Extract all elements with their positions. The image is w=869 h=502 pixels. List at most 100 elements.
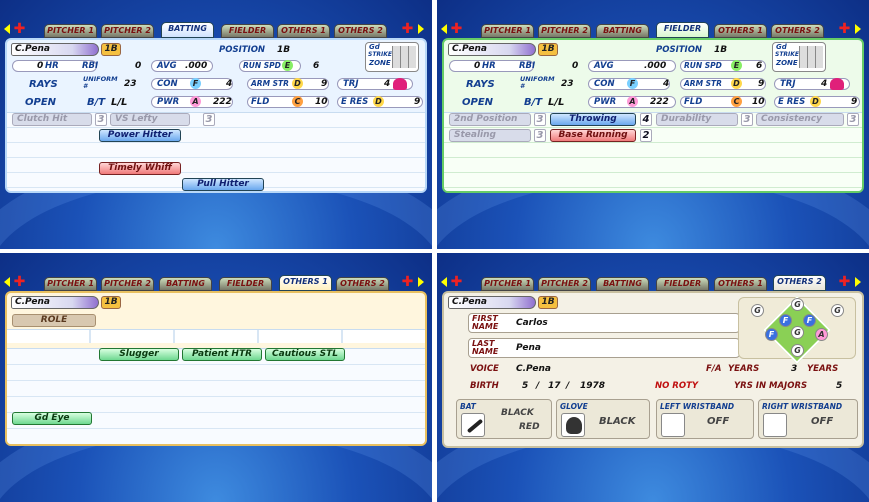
ability-power-hitter[interactable]: Power Hitter bbox=[99, 129, 181, 142]
tab-batting[interactable]: Batting bbox=[159, 277, 212, 291]
tab-left-arrow-icon[interactable] bbox=[4, 24, 10, 34]
bats-throws: L/L bbox=[111, 97, 128, 108]
tab-fielder[interactable]: Fielder bbox=[221, 24, 274, 38]
role-row bbox=[7, 329, 425, 343]
tab-right-arrow-icon[interactable] bbox=[855, 277, 861, 287]
yrs-in-majors-value: 5 bbox=[836, 381, 843, 391]
ability-grid bbox=[7, 348, 425, 444]
player-name: C.Pena bbox=[448, 296, 536, 309]
birth-day: 17 bbox=[548, 381, 561, 391]
tab-fielder[interactable]: Fielder bbox=[656, 22, 709, 38]
tab-others-1[interactable]: Others 1 bbox=[714, 24, 767, 38]
batting-panel: C.Pena 1B POSITION 1B Gd STRIKE ZONE 0 H… bbox=[5, 38, 427, 193]
bat-icon bbox=[461, 413, 485, 437]
tab-others-2[interactable]: Others 2 bbox=[771, 24, 824, 38]
tab-pitcher-1[interactable]: Pitcher 1 bbox=[481, 277, 534, 291]
tab-pitcher-1[interactable]: Pitcher 1 bbox=[481, 24, 534, 38]
tab-others-2[interactable]: Others 2 bbox=[336, 277, 389, 291]
tab-left-arrow-icon[interactable] bbox=[4, 277, 10, 287]
ability-patient-htr[interactable]: Patient HTR bbox=[182, 348, 262, 361]
first-name-field[interactable] bbox=[468, 313, 740, 333]
dpad-icon: ✚ bbox=[401, 21, 414, 37]
tab-pitcher-1[interactable]: Pitcher 1 bbox=[44, 277, 97, 291]
first-name-value: Carlos bbox=[516, 318, 548, 328]
durability-ability: Durability bbox=[656, 113, 738, 126]
left-wristband-slot[interactable]: LEFT WRISTBAND OFF bbox=[656, 399, 754, 439]
uniform-number: 23 bbox=[561, 79, 574, 89]
tab-pitcher-2[interactable]: Pitcher 2 bbox=[538, 277, 591, 291]
dpad-icon: ✚ bbox=[401, 274, 414, 290]
ability-throwing[interactable]: Throwing bbox=[550, 113, 636, 126]
tab-others-2[interactable]: Others 2 bbox=[334, 24, 387, 38]
dpad-icon: ✚ bbox=[13, 274, 26, 290]
ability-base-running[interactable]: Base Running bbox=[550, 129, 636, 142]
tab-pitcher-2[interactable]: Pitcher 2 bbox=[101, 24, 154, 38]
others1-screen: ✚ Pitcher 1 Pitcher 2 Batting Fielder Ot… bbox=[0, 253, 432, 502]
glove-icon bbox=[561, 413, 585, 437]
fielder-panel: C.Pena 1B POSITION 1B Gd STRIKE ZONE 0 H… bbox=[442, 38, 864, 193]
others2-panel: C.Pena 1B FIRST NAME Carlos LAST NAME Pe… bbox=[442, 291, 864, 448]
consistency-ability: Consistency bbox=[756, 113, 844, 126]
last-name-field[interactable] bbox=[468, 338, 740, 358]
others2-screen: ✚ Pitcher 1 Pitcher 2 Batting Fielder Ot… bbox=[437, 253, 869, 502]
position-value: 1B bbox=[277, 45, 291, 55]
dpad-icon: ✚ bbox=[838, 274, 851, 290]
roty-status: NO ROTY bbox=[655, 381, 699, 391]
player-position-badge: 1B bbox=[101, 43, 121, 56]
tab-pitcher-2[interactable]: Pitcher 2 bbox=[538, 24, 591, 38]
role-label: ROLE bbox=[12, 314, 96, 327]
dpad-icon: ✚ bbox=[13, 21, 26, 37]
tab-right-arrow-icon[interactable] bbox=[418, 24, 424, 34]
ability-timely-whiff[interactable]: Timely Whiff bbox=[99, 162, 181, 175]
ability-pull-hitter[interactable]: Pull Hitter bbox=[182, 178, 264, 191]
clutch-hit-ability: Clutch Hit bbox=[12, 113, 92, 126]
tab-right-arrow-icon[interactable] bbox=[418, 277, 424, 287]
bats-throws: L/L bbox=[548, 97, 565, 108]
tab-bar: ✚ Pitcher 1 Pitcher 2 Batting Fielder Ot… bbox=[441, 22, 865, 38]
ability-slugger[interactable]: Slugger bbox=[99, 348, 179, 361]
player-position-badge: 1B bbox=[101, 296, 121, 309]
fielder-screen: ✚ Pitcher 1 Pitcher 2 Batting Fielder Ot… bbox=[437, 0, 869, 249]
voice-value[interactable]: C.Pena bbox=[516, 364, 551, 374]
tab-bar: ✚ Pitcher 1 Pitcher 2 Batting Fielder Ot… bbox=[441, 275, 865, 291]
tab-others-2[interactable]: Others 2 bbox=[773, 275, 826, 291]
tab-bar: ✚ Pitcher 1 Pitcher 2 Batting Fielder Ot… bbox=[4, 275, 428, 291]
left-wristband-icon bbox=[661, 413, 685, 437]
tab-batting[interactable]: Batting bbox=[596, 277, 649, 291]
batting-screen: ✚ Pitcher 1 Pitcher 2 Batting Fielder Ot… bbox=[0, 0, 432, 249]
fa-years-value: 3 bbox=[791, 364, 798, 374]
player-status: OPEN bbox=[462, 97, 494, 108]
tab-left-arrow-icon[interactable] bbox=[441, 277, 447, 287]
tab-batting[interactable]: Batting bbox=[161, 22, 214, 38]
trajectory-icon bbox=[393, 78, 407, 90]
tab-batting[interactable]: Batting bbox=[596, 24, 649, 38]
dpad-icon: ✚ bbox=[450, 21, 463, 37]
birth-year: 1978 bbox=[580, 381, 606, 391]
tab-others-1[interactable]: Others 1 bbox=[277, 24, 330, 38]
tab-pitcher-2[interactable]: Pitcher 2 bbox=[101, 277, 154, 291]
team-name: RAYS bbox=[29, 79, 58, 90]
strike-zone: Gd STRIKE ZONE bbox=[365, 42, 419, 72]
glove-slot[interactable]: GLOVE BLACK bbox=[556, 399, 650, 439]
position-label: POSITION bbox=[219, 45, 266, 55]
ability-gd-eye[interactable]: Gd Eye bbox=[12, 412, 92, 425]
position-value: 1B bbox=[714, 45, 728, 55]
tab-others-1[interactable]: Others 1 bbox=[714, 277, 767, 291]
player-name: C.Pena bbox=[11, 296, 99, 309]
tab-others-1[interactable]: Others 1 bbox=[279, 275, 332, 291]
ability-cautious-stl[interactable]: Cautious STL bbox=[265, 348, 345, 361]
field-position-diagram: G G G F F G A F G bbox=[738, 296, 856, 364]
tab-fielder[interactable]: Fielder bbox=[656, 277, 709, 291]
position-label: POSITION bbox=[656, 45, 703, 55]
tab-right-arrow-icon[interactable] bbox=[855, 24, 861, 34]
dpad-icon: ✚ bbox=[838, 21, 851, 37]
last-name-value: Pena bbox=[516, 343, 541, 353]
right-wristband-slot[interactable]: RIGHT WRISTBAND OFF bbox=[758, 399, 858, 439]
tab-left-arrow-icon[interactable] bbox=[441, 24, 447, 34]
birth-month: 5 bbox=[522, 381, 529, 391]
bat-slot[interactable]: BAT BLACK RED bbox=[456, 399, 552, 439]
tab-pitcher-1[interactable]: Pitcher 1 bbox=[44, 24, 97, 38]
tab-fielder[interactable]: Fielder bbox=[219, 277, 272, 291]
player-position-badge: 1B bbox=[538, 296, 558, 309]
stealing-ability: Stealing bbox=[449, 129, 531, 142]
